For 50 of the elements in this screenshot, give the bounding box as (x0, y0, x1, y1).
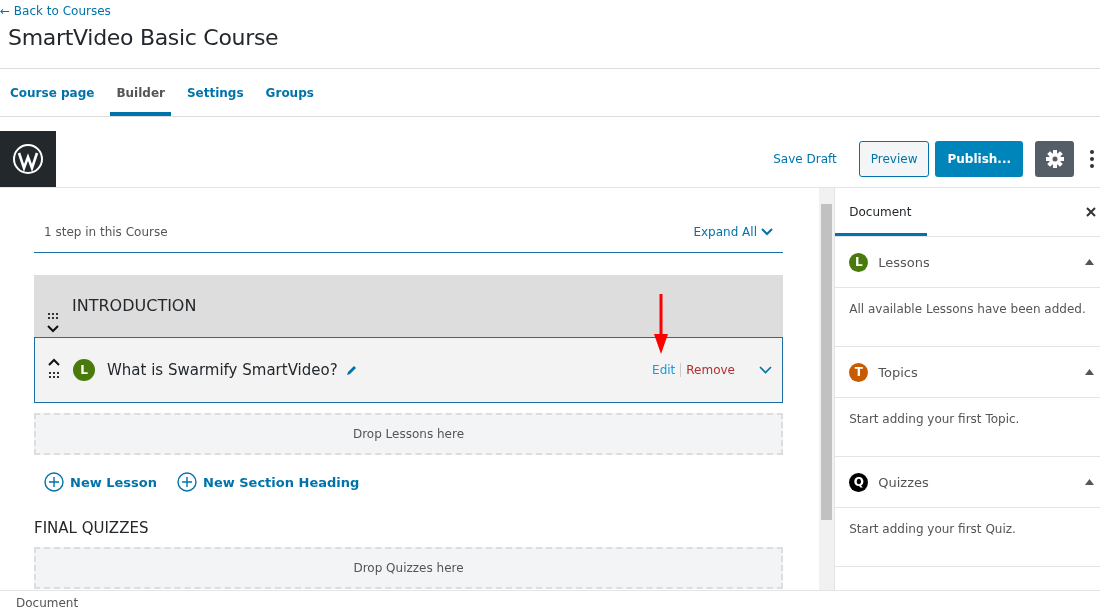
remove-link[interactable]: Remove (686, 363, 735, 377)
plus-circle-icon (44, 472, 64, 492)
panel-message: Start adding your first Topic. (835, 398, 1100, 457)
drag-handle-icon[interactable] (49, 372, 59, 378)
chevron-down-icon (761, 228, 773, 236)
tab[interactable]: Builder (110, 69, 171, 116)
panel-title[interactable]: Topics (878, 364, 1085, 380)
step-count: 1 step in this Course (44, 225, 168, 239)
document-tab[interactable]: Document (835, 188, 928, 236)
add-link[interactable]: New Lesson (44, 469, 157, 495)
panel-badge: Q (849, 472, 869, 492)
drag-handle-icon[interactable] (48, 313, 58, 319)
edit-link[interactable]: Edit (652, 363, 676, 377)
more-options-icon[interactable] (1090, 150, 1094, 168)
preview-button[interactable]: Preview (858, 141, 930, 177)
panel-title[interactable]: Quizzes (878, 474, 1085, 490)
pencil-icon[interactable] (345, 364, 358, 376)
annotation-arrow (654, 294, 669, 354)
final-quizzes-heading: FINAL QUIZZES (34, 519, 150, 537)
caret-up-icon[interactable] (1085, 369, 1094, 375)
publish-button[interactable]: Publish... (935, 141, 1023, 177)
back-link[interactable]: ← Back to Courses (0, 4, 111, 18)
panel-message: Start adding your first Quiz. (835, 508, 1100, 567)
expand-all-link[interactable]: Expand All (693, 225, 773, 239)
drop-zone: Drop Quizzes here (34, 547, 783, 589)
caret-up-icon[interactable] (1085, 479, 1094, 485)
panel-badge: T (849, 362, 869, 382)
save-draft-link[interactable]: Save Draft (773, 152, 837, 166)
caret-up-icon[interactable] (1085, 259, 1094, 265)
tab[interactable]: Course page (4, 69, 101, 116)
chevron-up-icon[interactable] (48, 358, 60, 366)
panel-message: All available Lessons have been added. (835, 288, 1100, 347)
lesson-badge: L (73, 359, 95, 381)
plus-circle-icon (177, 472, 197, 492)
add-link[interactable]: New Section Heading (177, 469, 360, 495)
section-title: INTRODUCTION (72, 296, 197, 317)
panel-title[interactable]: Lessons (878, 254, 1085, 270)
chevron-down-icon[interactable] (47, 325, 59, 333)
status-bar: Document (0, 590, 1100, 615)
wordpress-logo[interactable] (0, 131, 56, 187)
lesson-title: What is Swarmify SmartVideo? (107, 361, 338, 379)
page-title: SmartVideo Basic Course (8, 25, 280, 50)
drop-zone: Drop Lessons here (34, 413, 783, 455)
tab[interactable]: Settings (180, 69, 250, 116)
panel-badge: L (849, 252, 869, 272)
settings-button[interactable] (1035, 141, 1074, 177)
gear-icon (1044, 149, 1065, 169)
tab[interactable]: Groups (259, 69, 320, 116)
close-icon[interactable] (1086, 207, 1096, 217)
scrollbar[interactable] (819, 188, 835, 590)
